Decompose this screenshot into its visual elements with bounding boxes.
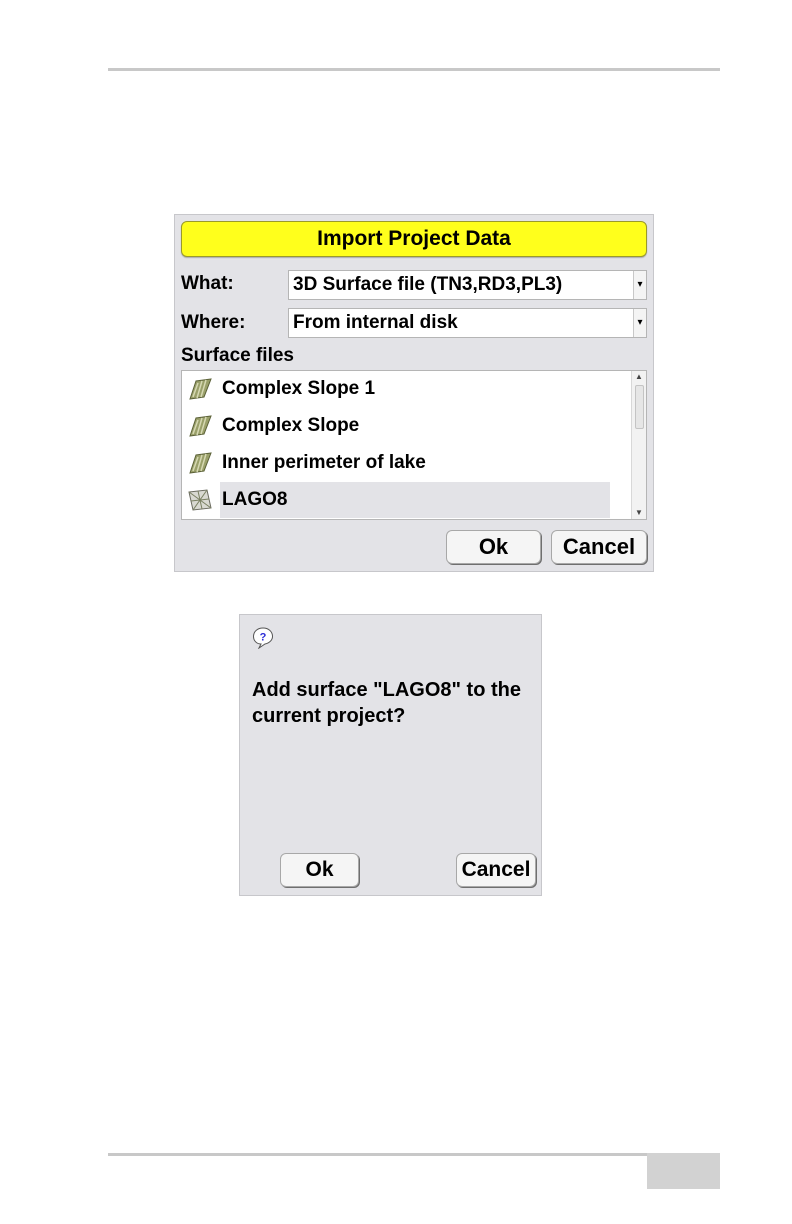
where-dropdown[interactable]: From internal disk ▾	[288, 308, 647, 338]
confirm-add-surface-dialog: ? Add surface "LAGO8" to the current pro…	[239, 614, 542, 896]
where-value: From internal disk	[293, 312, 458, 333]
what-label: What:	[181, 273, 234, 294]
scroll-up-icon[interactable]: ▲	[632, 371, 646, 383]
slope-surface-icon	[189, 415, 212, 437]
surface-files-label: Surface files	[181, 345, 294, 366]
tin-surface-icon	[188, 489, 212, 511]
ok-button[interactable]: Ok	[446, 530, 541, 564]
list-item-label: LAGO8	[222, 489, 288, 510]
page-number-tab	[647, 1153, 720, 1189]
list-item-label: Complex Slope	[222, 415, 360, 436]
scroll-down-icon[interactable]: ▼	[632, 507, 646, 519]
list-item[interactable]: Complex Slope 1	[182, 371, 632, 408]
svg-text:?: ?	[260, 632, 267, 644]
scroll-thumb[interactable]	[635, 385, 644, 429]
what-dropdown[interactable]: 3D Surface file (TN3,RD3,PL3) ▾	[288, 270, 647, 300]
dropdown-arrow-icon[interactable]: ▾	[633, 309, 646, 337]
list-item-selected[interactable]: LAGO8	[182, 482, 632, 519]
cancel-button[interactable]: Cancel	[551, 530, 647, 564]
dialog-title: Import Project Data	[181, 221, 647, 257]
what-value: 3D Surface file (TN3,RD3,PL3)	[293, 274, 563, 295]
list-item-label: Inner perimeter of lake	[222, 452, 426, 473]
list-item-label: Complex Slope 1	[222, 378, 376, 399]
header-rule	[108, 68, 720, 71]
dropdown-arrow-icon[interactable]: ▾	[633, 271, 646, 299]
slope-surface-icon	[189, 378, 212, 400]
where-label: Where:	[181, 312, 246, 333]
confirm-message: Add surface "LAGO8" to the current proje…	[252, 679, 521, 727]
surface-file-list[interactable]: Complex Slope 1 Complex Slope Inner peri…	[181, 370, 647, 520]
cancel-button[interactable]: Cancel	[456, 853, 536, 887]
import-project-dialog: Import Project Data What: 3D Surface fil…	[174, 214, 654, 572]
question-icon: ?	[252, 627, 274, 649]
list-scrollbar[interactable]: ▲ ▼	[631, 371, 646, 519]
list-item[interactable]: Complex Slope	[182, 408, 632, 445]
list-item[interactable]: Inner perimeter of lake	[182, 445, 632, 482]
footer-rule	[108, 1153, 720, 1156]
slope-surface-icon	[189, 452, 212, 474]
ok-button[interactable]: Ok	[280, 853, 359, 887]
